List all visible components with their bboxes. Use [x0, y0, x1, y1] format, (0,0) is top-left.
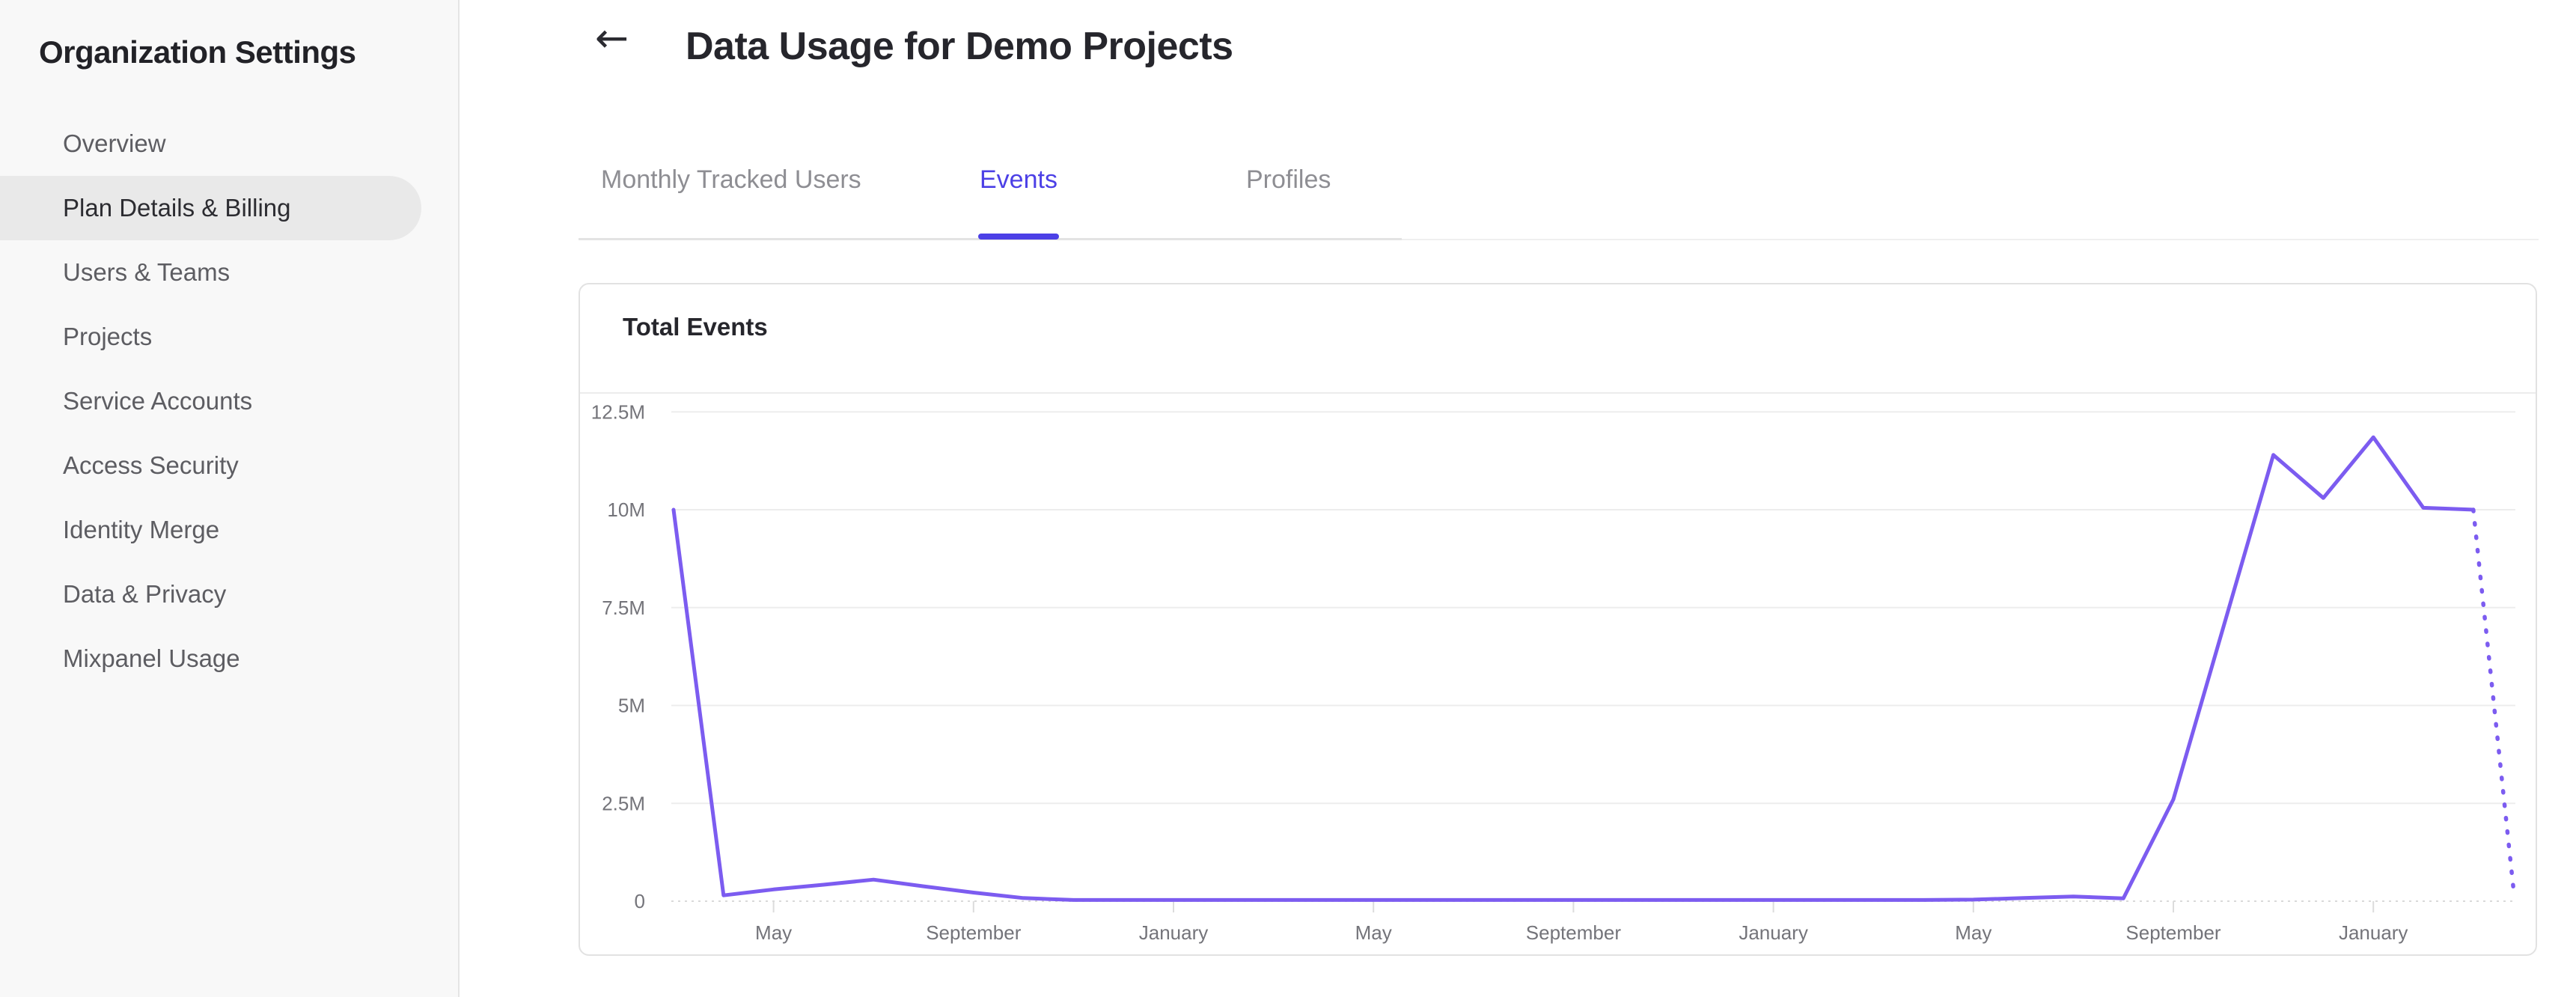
sidebar-item-data-privacy[interactable]: Data & Privacy: [0, 562, 458, 626]
sidebar-item-users-teams[interactable]: Users & Teams: [0, 240, 458, 305]
y-axis-tick-label: 7.5M: [602, 597, 645, 619]
sidebar-nav: Overview Plan Details & Billing Users & Te…: [0, 112, 458, 691]
x-axis-tick-label: May: [1355, 921, 1392, 944]
sidebar-title: Organization Settings: [39, 34, 356, 70]
series-line-total-events: [671, 435, 2476, 902]
sidebar-item-access-security[interactable]: Access Security: [0, 433, 458, 498]
x-axis-tick-label: September: [926, 921, 1022, 944]
sidebar: Organization Settings Overview Plan Detai…: [0, 0, 460, 997]
x-axis-tick-label: May: [1955, 921, 1991, 944]
x-axis-tick-label: January: [1739, 921, 1808, 944]
y-axis-tick-label: 0: [635, 890, 645, 912]
y-axis-tick-label: 5M: [618, 695, 645, 717]
series-line-projected: [2471, 507, 2515, 890]
x-axis-tick-label: January: [1139, 921, 1209, 944]
card-title: Total Events: [623, 313, 768, 341]
y-axis-tick-label: 12.5M: [591, 400, 645, 423]
total-events-chart: 0 2.5M 5M 7.5M 10M 12.5M May September January Ma…: [591, 400, 2515, 944]
tab-events[interactable]: Events: [980, 165, 1057, 195]
sidebar-item-overview[interactable]: Overview: [0, 112, 458, 176]
sidebar-item-plan-details-billing[interactable]: Plan Details & Billing: [0, 176, 421, 240]
sidebar-item-mixpanel-usage[interactable]: Mixpanel Usage: [0, 626, 458, 691]
main-content: ← Data Usage for Demo Projects Monthly T…: [460, 0, 2576, 997]
y-axis-tick-label: 2.5M: [602, 792, 645, 814]
total-events-card: Total Events 0 2.5M 5M 7.5M 10M 12.5M May Septe…: [579, 283, 2537, 956]
x-axis-tick-label: September: [2125, 921, 2221, 944]
x-axis-tick-label: May: [755, 921, 792, 944]
tab-monthly-tracked-users[interactable]: Monthly Tracked Users: [601, 165, 861, 195]
sidebar-item-projects[interactable]: Projects: [0, 305, 458, 369]
x-axis-tick-label: September: [1526, 921, 1622, 944]
sidebar-item-identity-merge[interactable]: Identity Merge: [0, 498, 458, 562]
tab-list: Monthly Tracked Users Events Profiles: [460, 0, 2576, 247]
tab-profiles[interactable]: Profiles: [1246, 165, 1331, 195]
active-tab-indicator: [978, 234, 1059, 240]
y-axis-tick-label: 10M: [607, 498, 645, 521]
sidebar-item-service-accounts[interactable]: Service Accounts: [0, 369, 458, 433]
x-axis-tick-label: January: [2339, 921, 2408, 944]
